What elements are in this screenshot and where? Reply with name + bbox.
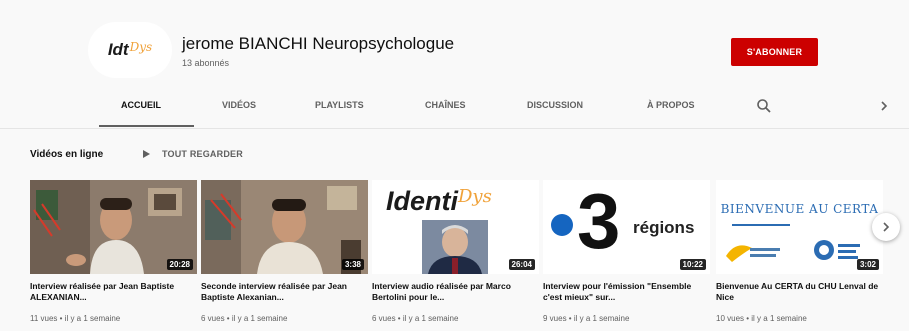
thumbnail-text: BIENVENUE AU CERTA xyxy=(720,202,879,216)
channel-tabs: ACCUEIL VIDÉOS PLAYLISTS CHAÎNES DISCUSS… xyxy=(0,86,909,129)
video-meta: 11 vues • il y a 1 semaine xyxy=(30,314,121,323)
tab-discussion[interactable]: DISCUSSION xyxy=(527,100,583,110)
thumbnail-portrait xyxy=(422,220,488,274)
chevron-right-icon[interactable] xyxy=(878,99,890,113)
partner-logo-icon xyxy=(814,240,860,260)
tab-a-propos[interactable]: À PROPOS xyxy=(647,100,695,110)
section-title: Vidéos en ligne xyxy=(30,149,104,160)
video-thumbnail[interactable]: 20:28 xyxy=(30,180,197,274)
tab-chaines[interactable]: CHAÎNES xyxy=(425,100,466,110)
video-meta: 10 vues • il y a 1 semaine xyxy=(716,314,807,323)
video-thumbnail[interactable]: 3:38 xyxy=(201,180,368,274)
shelf-next-button[interactable] xyxy=(872,213,900,241)
video-duration: 10:22 xyxy=(679,259,706,270)
play-all-label: TOUT REGARDER xyxy=(162,149,243,159)
video-meta: 6 vues • il y a 1 semaine xyxy=(372,314,459,323)
video-thumbnail[interactable]: 3 régions 10:22 xyxy=(543,180,710,274)
video-duration: 26:04 xyxy=(508,259,535,270)
video-title[interactable]: Interview pour l'émission "Ensemble c'es… xyxy=(543,281,710,303)
video-meta: 6 vues • il y a 1 semaine xyxy=(201,314,288,323)
video-title[interactable]: Interview audio réalisée par Marco Berto… xyxy=(372,281,539,303)
video-thumbnail[interactable]: IdentiDys 26:04 xyxy=(372,180,539,274)
video-duration: 3:02 xyxy=(856,259,879,270)
video-title[interactable]: Seconde interview réalisée par Jean Bapt… xyxy=(201,281,368,303)
thumbnail-text: régions xyxy=(633,218,695,237)
search-icon[interactable] xyxy=(756,98,772,114)
video-duration: 20:28 xyxy=(166,259,193,270)
chevron-right-icon xyxy=(883,222,890,232)
thumbnail-logo: IdentiDys xyxy=(386,186,492,217)
thumbnail-logo-text: Identi xyxy=(386,186,458,216)
lenval-logo-icon xyxy=(726,245,780,262)
channel-header: Idt Dys jerome BIANCHI Neuropsychologue … xyxy=(0,0,909,86)
thumbnail-logo-accent: Dys xyxy=(458,186,492,207)
tab-playlists[interactable]: PLAYLISTS xyxy=(315,100,364,110)
video-duration: 3:38 xyxy=(341,259,364,270)
play-icon xyxy=(143,150,150,158)
video-thumbnail[interactable]: BIENVENUE AU CERTA 3:02 xyxy=(716,180,883,274)
channel-avatar[interactable]: Idt Dys xyxy=(88,22,172,78)
video-title[interactable]: Bienvenue Au CERTA du CHU Lenval de Nice xyxy=(716,281,883,303)
subscribe-button[interactable]: S'ABONNER xyxy=(731,38,818,66)
thumbnail-number: 3 xyxy=(577,180,621,265)
tab-accueil[interactable]: ACCUEIL xyxy=(121,100,161,110)
logo-text: Idt xyxy=(107,40,129,59)
logo-accent-text: Dys xyxy=(129,40,153,54)
video-meta: 9 vues • il y a 1 semaine xyxy=(543,314,630,323)
video-title[interactable]: Interview réalisée par Jean Baptiste ALE… xyxy=(30,281,197,303)
tab-videos[interactable]: VIDÉOS xyxy=(222,100,256,110)
subscriber-count: 13 abonnés xyxy=(182,58,230,68)
play-all-button[interactable]: TOUT REGARDER xyxy=(143,147,243,161)
france3-dot xyxy=(551,214,573,236)
channel-name: jerome BIANCHI Neuropsychologue xyxy=(182,34,455,53)
active-tab-indicator xyxy=(99,125,194,127)
thumbnail-divider xyxy=(732,224,790,226)
